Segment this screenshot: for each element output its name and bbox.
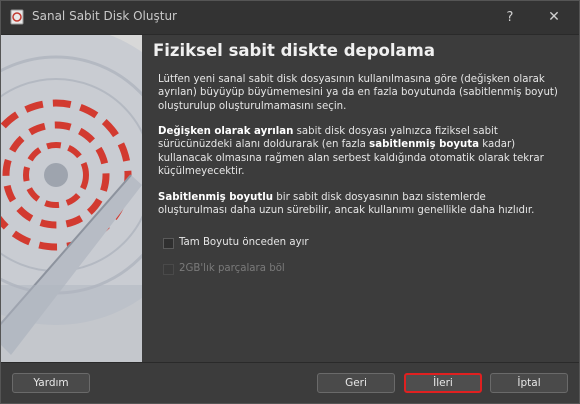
split-label: 2GB'lık parçalara böl (179, 263, 285, 274)
create-virtual-disk-dialog: Sanal Sabit Disk Oluştur ? ✕ Fiziksel sa… (0, 0, 580, 404)
back-button[interactable]: Geri (317, 373, 395, 393)
window-title: Sanal Sabit Disk Oluştur (32, 9, 177, 23)
next-button[interactable]: İleri (404, 373, 482, 393)
dynamic-disk-description: Değişken olarak ayrılan sabit disk dosya… (158, 125, 558, 178)
preallocate-label: Tam Boyutu önceden ayır (179, 237, 309, 248)
wizard-disk-illustration (1, 35, 142, 362)
dynamic-bold-label: Değişken olarak ayrılan (158, 126, 294, 137)
fixed-disk-description: Sabitlenmiş boyutlu bir sabit disk dosya… (158, 191, 558, 218)
fixed-size-emphasis: sabitlenmiş boyuta (369, 139, 480, 151)
close-icon[interactable]: ✕ (537, 4, 571, 31)
cancel-button[interactable]: İptal (490, 373, 568, 393)
fixed-bold-label: Sabitlenmiş boyutlu (158, 192, 274, 203)
intro-paragraph: Lütfen yeni sanal sabit disk dosyasının … (158, 74, 558, 112)
checkbox-square (163, 264, 174, 275)
help-button[interactable]: Yardım (12, 373, 90, 393)
title-bar: Sanal Sabit Disk Oluştur ? ✕ (1, 1, 579, 35)
virtualbox-app-icon (10, 9, 24, 25)
help-icon[interactable]: ? (495, 4, 525, 31)
button-bar-divider (1, 362, 579, 363)
page-title: Fiziksel sabit diskte depolama (153, 41, 435, 60)
checkbox-square[interactable] (163, 238, 174, 249)
